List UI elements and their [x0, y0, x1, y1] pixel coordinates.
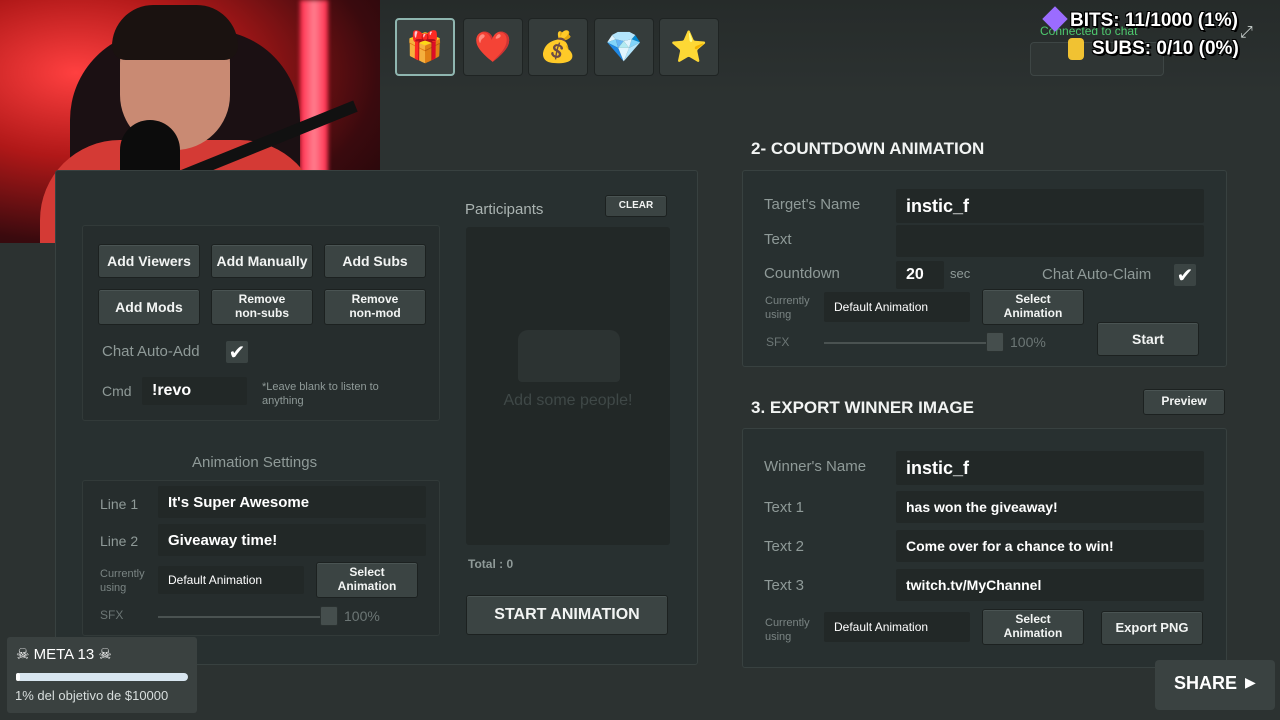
gem-icon: 💎	[605, 29, 643, 65]
goal-title-row: ☠ META 13 ☠	[16, 645, 112, 663]
clear-button[interactable]: CLEAR	[605, 195, 667, 217]
subs-goal: SUBS: 0/10 (0%)	[1092, 38, 1239, 59]
countdown-text-input[interactable]	[896, 225, 1204, 257]
countdown-label: Countdown	[764, 265, 840, 282]
countdown-input[interactable]: 20	[896, 261, 944, 289]
money-icon: 💰	[539, 29, 577, 65]
export-png-button[interactable]: Export PNG	[1101, 611, 1203, 645]
winner-name-input[interactable]: instic_f	[896, 451, 1204, 485]
add-viewers-button[interactable]: Add Viewers	[98, 244, 200, 278]
share-arrow-icon: ▶	[1245, 675, 1256, 691]
current-animation-field: Default Animation	[158, 566, 304, 594]
remove-nonsubs-button[interactable]: Remove non-subs	[211, 289, 313, 325]
check-icon: ✔	[1176, 263, 1194, 287]
countdown-sfx-label: SFX	[766, 335, 790, 349]
expand-icon[interactable]: ⤢	[1240, 22, 1253, 42]
export-select-animation-button[interactable]: Select Animation	[982, 609, 1084, 645]
goal-title: META 13	[33, 646, 95, 663]
skull-icon: ☠	[98, 646, 112, 663]
countdown-unit: sec	[950, 266, 971, 281]
add-manually-button[interactable]: Add Manually	[211, 244, 313, 278]
text3-label: Text 3	[764, 577, 805, 594]
countdown-sfx-slider-track[interactable]	[824, 342, 994, 344]
target-name-input[interactable]: instic_f	[896, 189, 1204, 223]
heart-tab-button[interactable]: ❤️	[463, 18, 523, 76]
goal-subtitle: 1% del objetivo de $10000	[15, 688, 169, 703]
chat-auto-add-checkbox[interactable]: ✔	[226, 340, 248, 364]
countdown-select-animation-button[interactable]: Select Animation	[982, 289, 1084, 325]
chat-auto-claim-checkbox[interactable]: ✔	[1174, 263, 1196, 287]
countdown-start-button[interactable]: Start	[1097, 322, 1199, 356]
participants-empty-text: Add some people!	[503, 392, 633, 409]
participants-title: Participants	[465, 201, 544, 218]
people-placeholder-icon	[518, 330, 620, 382]
bits-goal: BITS: 11/1000 (1%)	[1070, 10, 1238, 31]
sfx-label: SFX	[100, 608, 124, 622]
line1-label: Line 1	[100, 496, 139, 512]
winner-name-label: Winner's Name	[764, 458, 867, 475]
sfx-slider-thumb[interactable]	[320, 606, 338, 626]
money-tab-button[interactable]: 💰	[528, 18, 588, 76]
countdown-currently-using-label: Currently using	[765, 295, 810, 322]
line2-input[interactable]: Giveaway time!	[158, 524, 426, 556]
countdown-sfx-slider-thumb[interactable]	[986, 332, 1004, 352]
chat-auto-add-label: Chat Auto-Add	[102, 343, 200, 360]
cmd-label: Cmd	[102, 383, 132, 399]
countdown-sfx-value: 100%	[1010, 334, 1046, 350]
export-title: 3. EXPORT WINNER IMAGE	[751, 398, 974, 417]
currently-using-label: Currently using	[100, 568, 145, 595]
skull-icon: ☠	[16, 646, 30, 663]
start-animation-button[interactable]: START ANIMATION	[466, 595, 668, 635]
preview-button[interactable]: Preview	[1143, 389, 1225, 415]
countdown-current-animation: Default Animation	[824, 292, 970, 322]
goal-progress-fill	[16, 673, 20, 681]
add-subs-button[interactable]: Add Subs	[324, 244, 426, 278]
star-icon: ⭐	[670, 29, 708, 65]
line1-input[interactable]: It's Super Awesome	[158, 486, 426, 518]
text1-input[interactable]: has won the giveaway!	[896, 491, 1204, 523]
gem-tab-button[interactable]: 💎	[594, 18, 654, 76]
chat-auto-claim-label: Chat Auto-Claim	[1042, 266, 1152, 283]
participants-total: Total : 0	[468, 557, 514, 571]
check-icon: ✔	[228, 340, 246, 364]
remove-nonmod-button[interactable]: Remove non-mod	[324, 289, 426, 325]
gift-icon: 🎁	[406, 29, 444, 65]
export-currently-using-label: Currently using	[765, 617, 810, 644]
text2-input[interactable]: Come over for a chance to win!	[896, 530, 1204, 562]
gift-tab-button[interactable]: 🎁	[395, 18, 455, 76]
cmd-hint: *Leave blank to listen to anything	[262, 381, 379, 408]
share-label[interactable]: SHARE	[1174, 673, 1237, 694]
animation-settings-title: Animation Settings	[192, 454, 318, 471]
subs-coin-icon	[1068, 38, 1084, 60]
goal-progress-bar	[16, 673, 188, 681]
line2-label: Line 2	[100, 533, 139, 549]
cmd-input[interactable]: !revo	[142, 377, 247, 405]
heart-icon: ❤️	[474, 29, 512, 65]
sfx-slider-track[interactable]	[158, 616, 328, 618]
text3-input[interactable]: twitch.tv/MyChannel	[896, 569, 1204, 601]
select-animation-button[interactable]: Select Animation	[316, 562, 418, 598]
target-name-label: Target's Name	[764, 196, 861, 213]
streamer-hair	[112, 5, 238, 60]
participants-list	[466, 227, 670, 545]
star-tab-button[interactable]: ⭐	[659, 18, 719, 76]
sfx-value: 100%	[344, 608, 380, 624]
text1-label: Text 1	[764, 499, 805, 516]
text-label: Text	[764, 231, 792, 248]
text2-label: Text 2	[764, 538, 805, 555]
add-mods-button[interactable]: Add Mods	[98, 289, 200, 325]
countdown-title: 2- COUNTDOWN ANIMATION	[751, 139, 985, 158]
export-current-animation: Default Animation	[824, 612, 970, 642]
